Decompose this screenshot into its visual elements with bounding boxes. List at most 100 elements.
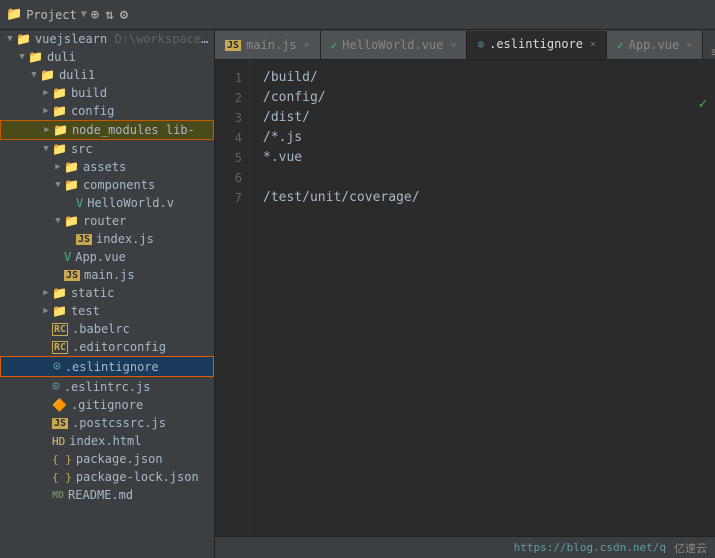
tab-overflow-icon[interactable]: ≡ xyxy=(711,45,715,59)
tab-app-close[interactable]: × xyxy=(686,40,692,51)
sync-action-icon[interactable]: ⇅ xyxy=(105,7,113,23)
checkmark-icon: ✓ xyxy=(699,96,707,112)
sidebar-item-readme[interactable]: MD README.md xyxy=(0,486,214,504)
code-line-4: /*.js xyxy=(263,128,703,148)
sidebar-item-helloworld[interactable]: V HelloWorld.v xyxy=(0,194,214,212)
sidebar-item-assets[interactable]: ▶ 📁 assets xyxy=(0,158,214,176)
tab-bar: JS main.js × ✓ HelloWorld.vue × ⊙ .eslin… xyxy=(215,30,715,60)
app-vue-label: App.vue xyxy=(75,250,214,264)
code-line-7: /test/unit/coverage/ xyxy=(263,188,703,208)
babelrc-icon: RC xyxy=(52,323,68,336)
add-action-icon[interactable]: ⊕ xyxy=(91,7,99,23)
sidebar-root[interactable]: ▼ 📁 vuejslearn D:\workspace\W xyxy=(0,30,214,48)
status-url: https://blog.csdn.net/q xyxy=(514,541,666,554)
sidebar-item-router-index[interactable]: JS index.js xyxy=(0,230,214,248)
sidebar-item-test[interactable]: ▶ 📁 test xyxy=(0,302,214,320)
build-label: build xyxy=(71,86,214,100)
tab-main-js-label: main.js xyxy=(246,38,297,52)
components-label: components xyxy=(83,178,214,192)
eslintrc-icon: ⊙ xyxy=(52,379,60,394)
tab-eslint-label: .eslintignore xyxy=(489,37,583,51)
helloworld-file-label: HelloWorld.v xyxy=(87,196,214,210)
vue-icon: V xyxy=(76,196,83,210)
js-icon: JS xyxy=(76,234,92,245)
tab-helloworld-close[interactable]: × xyxy=(450,40,456,51)
static-label: static xyxy=(71,286,214,300)
settings-action-icon[interactable]: ⚙ xyxy=(120,7,128,23)
tab-app-label: App.vue xyxy=(629,38,680,52)
csdn-link[interactable]: https://blog.csdn.net/q xyxy=(514,541,666,554)
tab-eslintignore[interactable]: ⊙ .eslintignore × xyxy=(467,31,607,59)
line-num-6: 6 xyxy=(215,168,242,188)
editor-content: 1 2 3 4 5 6 7 /build/ /config/ /dist/ /*… xyxy=(215,60,715,536)
router-label: router xyxy=(83,214,214,228)
sidebar-item-postcssrc[interactable]: JS .postcssrc.js xyxy=(0,414,214,432)
package-lock-icon: { } xyxy=(52,471,72,484)
sidebar-item-src[interactable]: ▼ 📁 src xyxy=(0,140,214,158)
eslintignore-sidebar-icon: ⊙ xyxy=(53,359,61,374)
sidebar-item-node-modules[interactable]: ▶ 📁 node_modules lib- xyxy=(0,120,214,140)
project-label[interactable]: Project xyxy=(26,8,77,22)
gitignore-label: .gitignore xyxy=(71,398,214,412)
tab-app-icon: ✓ xyxy=(617,39,624,52)
sidebar-item-duli1[interactable]: ▼ 📁 duli1 xyxy=(0,66,214,84)
babelrc-label: .babelrc xyxy=(72,322,214,336)
sidebar-item-build[interactable]: ▶ 📁 build xyxy=(0,84,214,102)
line-num-7: 7 xyxy=(215,188,242,208)
sidebar-item-router[interactable]: ▼ 📁 router xyxy=(0,212,214,230)
tab-helloworld-vue[interactable]: ✓ HelloWorld.vue × xyxy=(321,31,468,59)
folder-icon: 📁 xyxy=(6,7,22,22)
tab-app-vue[interactable]: ✓ App.vue × xyxy=(607,31,703,59)
sidebar-item-package-json[interactable]: { } package.json xyxy=(0,450,214,468)
eslintrc-label: .eslintrc.js xyxy=(64,380,214,394)
gitignore-icon: 🔶 xyxy=(52,398,67,412)
config-label: config xyxy=(71,104,214,118)
tab-helloworld-label: HelloWorld.vue xyxy=(342,38,443,52)
package-json-icon: { } xyxy=(52,453,72,466)
node-modules-label: node_modules lib- xyxy=(72,123,213,137)
sidebar-item-editorconfig[interactable]: RC .editorconfig xyxy=(0,338,214,356)
sidebar-item-babelrc[interactable]: RC .babelrc xyxy=(0,320,214,338)
top-bar: 📁 Project ▼ ⊕ ⇅ ⚙ xyxy=(0,0,715,30)
tab-actions: ≡ xyxy=(703,45,715,59)
editorconfig-label: .editorconfig xyxy=(72,340,214,354)
tab-main-js[interactable]: JS main.js × xyxy=(215,31,321,59)
project-dropdown-arrow[interactable]: ▼ xyxy=(81,9,87,20)
package-json-label: package.json xyxy=(76,452,214,466)
sidebar-item-duli[interactable]: ▼ 📁 duli xyxy=(0,48,214,66)
src-label: src xyxy=(71,142,214,156)
sidebar-item-main-js[interactable]: JS main.js xyxy=(0,266,214,284)
sidebar-item-eslintignore[interactable]: ⊙ .eslintignore xyxy=(0,356,214,377)
sidebar-item-app-vue[interactable]: V App.vue xyxy=(0,248,214,266)
duli1-label: duli1 xyxy=(59,68,214,82)
bottom-bar: https://blog.csdn.net/q 亿速云 xyxy=(215,536,715,558)
sidebar: ▼ 📁 vuejslearn D:\workspace\W ▼ 📁 duli ▼… xyxy=(0,30,215,558)
code-line-2: /config/ xyxy=(263,88,703,108)
sidebar-item-static[interactable]: ▶ 📁 static xyxy=(0,284,214,302)
root-folder-icon: 📁 xyxy=(16,32,31,46)
line-num-3: 3 xyxy=(215,108,242,128)
duli-label: duli xyxy=(47,50,214,64)
line-num-4: 4 xyxy=(215,128,242,148)
router-index-label: index.js xyxy=(96,232,214,246)
sidebar-item-eslintrc[interactable]: ⊙ .eslintrc.js xyxy=(0,377,214,396)
tab-main-js-icon: JS xyxy=(225,40,241,51)
tab-main-js-close[interactable]: × xyxy=(304,40,310,51)
sidebar-item-config[interactable]: ▶ 📁 config xyxy=(0,102,214,120)
html-icon: HD xyxy=(52,435,65,448)
editor-area: JS main.js × ✓ HelloWorld.vue × ⊙ .eslin… xyxy=(215,30,715,558)
code-editor[interactable]: /build/ /config/ /dist/ /*.js *.vue /tes… xyxy=(251,60,715,536)
package-lock-label: package-lock.json xyxy=(76,470,214,484)
postcssrc-icon: JS xyxy=(52,418,68,429)
assets-label: assets xyxy=(83,160,214,174)
sidebar-item-package-lock[interactable]: { } package-lock.json xyxy=(0,468,214,486)
code-line-6 xyxy=(263,168,703,188)
root-label: vuejslearn D:\workspace\W xyxy=(35,32,214,46)
sidebar-item-gitignore[interactable]: 🔶 .gitignore xyxy=(0,396,214,414)
sidebar-item-index-html[interactable]: HD index.html xyxy=(0,432,214,450)
code-line-3: /dist/ xyxy=(263,108,703,128)
line-num-2: 2 xyxy=(215,88,242,108)
sidebar-item-components[interactable]: ▼ 📁 components xyxy=(0,176,214,194)
tab-eslint-close[interactable]: × xyxy=(590,39,596,50)
eslintignore-label: .eslintignore xyxy=(65,360,213,374)
